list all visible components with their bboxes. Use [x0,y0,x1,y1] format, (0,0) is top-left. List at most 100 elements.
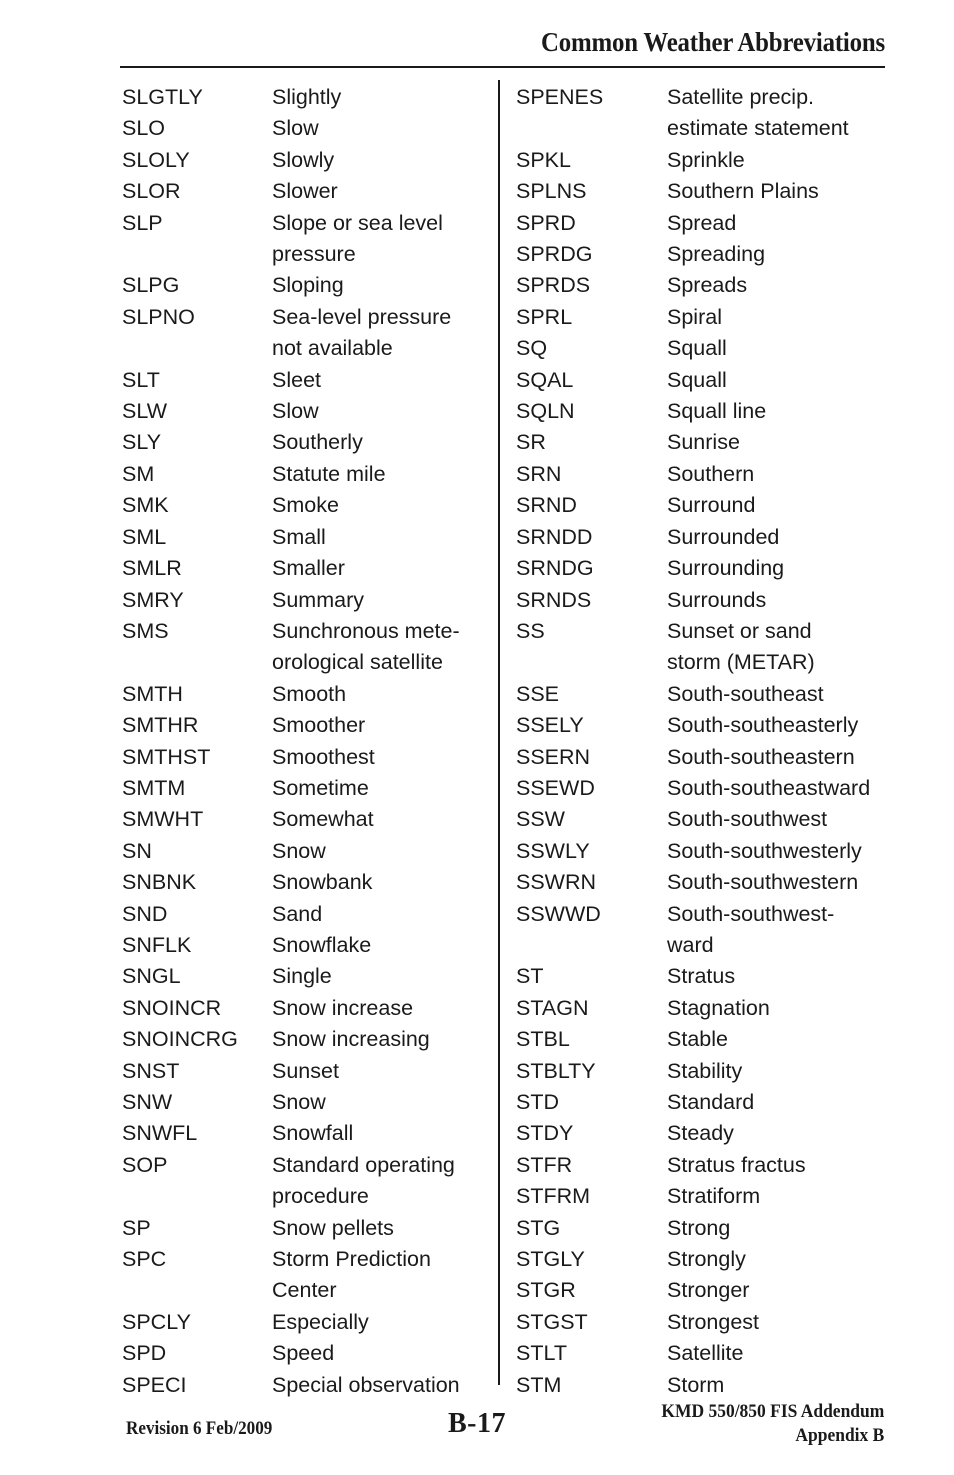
glossary-definition: Small [272,524,326,549]
glossary-entry: SMTM Sometime [122,773,482,804]
glossary-entry: SSEWD South-southeastward [516,773,906,804]
glossary-entry: STGR Stronger [516,1275,906,1306]
glossary-term: STBL [516,1027,570,1052]
glossary-term: SLT [122,367,160,392]
glossary-entry: SLW Slow [122,396,482,427]
glossary-definition: Stratus fractus [667,1152,806,1177]
glossary-definition: Snow increase [272,995,414,1020]
glossary-entry: SOP Standard operating procedure [122,1150,482,1213]
glossary-entry: STG Strong [516,1213,906,1244]
glossary-definition: Sand [272,901,323,926]
glossary-entry: STGLY Strongly [516,1244,906,1275]
glossary-term: SPD [122,1341,167,1366]
glossary-definition: Smoke [272,493,339,518]
glossary-definition: South-southeast [667,681,824,706]
glossary-left-column: SLGTLY Slightly SLO Slow SLOLY Slowly SLOR Slow… [122,82,482,1401]
glossary-entry: STBLTY Stability [516,1056,906,1087]
glossary-definition: Southern [667,461,755,486]
glossary-definition: Summary [272,587,364,612]
glossary-term: SNW [122,1090,173,1114]
glossary-term: SPECI [122,1372,187,1397]
glossary-term: SM [122,461,155,486]
footer-appendix-label: Appendix B [795,1425,884,1446]
glossary-entry: STAGN Stagnation [516,993,906,1024]
glossary-definition: South-southeastern [667,744,855,769]
glossary-definition: Stratus [667,964,736,989]
glossary-term: SSWWD [516,901,601,926]
glossary-entry: SN Snow [122,836,482,867]
glossary-definition: Smaller [272,556,345,581]
glossary-definition: Spreads [667,273,748,298]
glossary-entry: SNOINCR Snow increase [122,993,482,1024]
glossary-term: SLPG [122,273,180,298]
glossary-definition: Special observation [272,1372,460,1397]
glossary-entry: SMTH Smooth [122,679,482,710]
glossary-term: SR [516,430,546,455]
glossary-entry: SNW Snow [122,1087,482,1118]
glossary-definition: Single [272,964,332,989]
glossary-definition: Surrounding [667,556,785,581]
glossary-definition: South-southeastward [667,775,871,800]
glossary-term: SMRY [122,587,184,612]
glossary-definition: Statute mile [272,461,386,486]
glossary-term: SNBNK [122,870,197,895]
glossary-term: STBLTY [516,1058,596,1083]
glossary-entry: SPC Storm Prediction Center [122,1244,482,1307]
glossary-term: SPCLY [122,1309,191,1334]
glossary-term: SSELY [516,713,584,738]
glossary-entry: SLY Southerly [122,427,482,458]
glossary-term: STFR [516,1152,573,1177]
glossary-term: SPRDG [516,242,593,267]
glossary-entry: SS Sunset or sand storm (METAR) [516,616,906,679]
glossary-term: SSERN [516,744,591,769]
glossary-entry: SMS Sunchronous mete- orological satellit… [122,616,482,679]
glossary-definition: South-southwesterly [667,838,862,863]
glossary-term: SNWFL [122,1121,198,1146]
glossary-term: SLW [122,399,167,424]
glossary-entry: SQLN Squall line [516,396,906,427]
glossary-definition: Snowflake [272,932,372,957]
glossary-entry: SRND Surround [516,490,906,521]
glossary-definition: Slow [272,399,319,424]
glossary-term: SRNDG [516,556,594,581]
glossary-definition: Sea-level pressure not available [272,304,452,361]
glossary-definition: Storm Prediction Center [272,1247,431,1303]
glossary-term: SML [122,524,167,549]
glossary-term: SLPNO [122,304,195,329]
glossary-definition: Snow [272,838,326,863]
glossary-entry: SPD Speed [122,1338,482,1369]
glossary-term: STD [516,1090,559,1114]
glossary-term: STAGN [516,995,589,1020]
glossary-definition: Sunset [272,1058,339,1083]
glossary-definition: Speed [272,1341,335,1366]
glossary-entry: SMTHR Smoother [122,710,482,741]
footer-document-title: KMD 550/850 FIS Addendum [661,1401,884,1422]
glossary-term: SPRDS [516,273,591,298]
glossary-entry: SMTHST Smoothest [122,742,482,773]
glossary-entry: SQAL Squall [516,365,906,396]
glossary-entry: SP Snow pellets [122,1213,482,1244]
glossary-entry: SLOLY Slowly [122,145,482,176]
glossary-definition: South-southwestern [667,870,859,895]
glossary-term: SRN [516,461,562,486]
glossary-entry: STM Storm [516,1370,906,1401]
glossary-term: STFRM [516,1184,591,1209]
glossary-entry: SSW South-southwest [516,804,906,835]
glossary-term: SMTM [122,775,186,800]
glossary-term: SN [122,838,152,863]
glossary-term: SQAL [516,367,574,392]
glossary-definition: Southern Plains [667,179,819,204]
glossary-entry: SNOINCRG Snow increasing [122,1024,482,1055]
glossary-entry: SPECI Special observation [122,1370,482,1401]
glossary-term: STGR [516,1278,576,1303]
glossary-term: SQ [516,336,548,361]
glossary-entry: STD Standard [516,1087,906,1118]
glossary-entry: SPKL Sprinkle [516,145,906,176]
glossary-definition: Snowfall [272,1121,354,1146]
glossary-definition: Strongly [667,1247,746,1272]
glossary-term: SSE [516,681,560,706]
glossary-definition: Strong [667,1215,731,1240]
column-divider-rule [498,80,500,1385]
glossary-entry: SPRDS Spreads [516,270,906,301]
glossary-entry: SPCLY Especially [122,1307,482,1338]
